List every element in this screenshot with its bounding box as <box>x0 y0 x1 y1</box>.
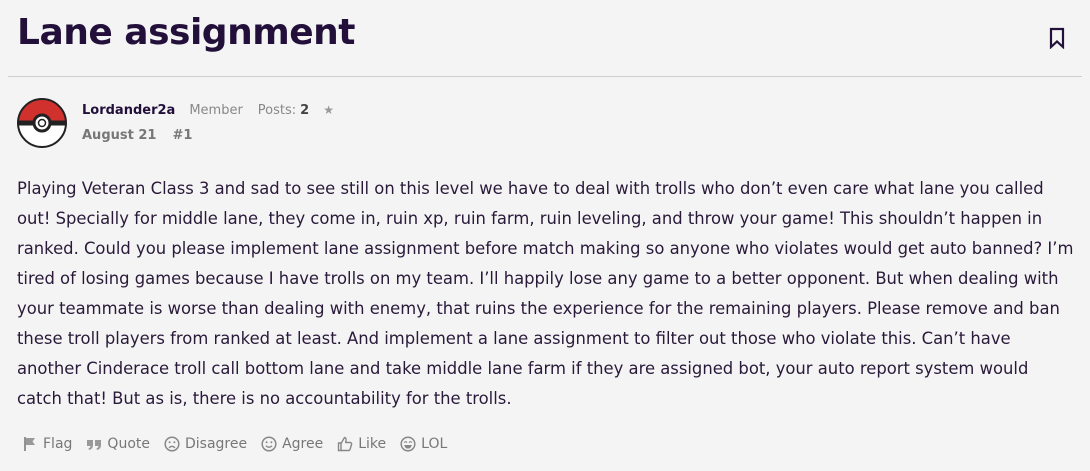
quote-label: Quote <box>107 436 150 452</box>
reaction-bar: Flag Quote Disagree Agree Like LOL <box>22 436 447 452</box>
page-title: Lane assignment <box>17 12 355 53</box>
frown-icon <box>164 436 180 452</box>
author-role: Member <box>189 103 243 118</box>
post-date-meta: August 21 #1 <box>82 128 192 143</box>
smile-icon <box>261 436 277 452</box>
bookmark-button[interactable] <box>1048 27 1066 50</box>
post-count-value: 2 <box>300 103 310 118</box>
agree-button[interactable]: Agree <box>261 436 323 452</box>
author-name[interactable]: Lordander2a <box>82 103 175 118</box>
like-label: Like <box>358 436 387 452</box>
flag-button[interactable]: Flag <box>22 436 72 452</box>
bookmark-icon <box>1049 27 1065 50</box>
flag-label: Flag <box>43 436 73 452</box>
post-date[interactable]: August 21 <box>82 128 156 143</box>
thumbs-up-icon <box>338 436 353 452</box>
disagree-label: Disagree <box>184 436 248 452</box>
post-count-label: Posts: <box>257 103 297 118</box>
lol-button[interactable]: LOL <box>400 436 447 452</box>
quote-button[interactable]: Quote <box>86 436 150 452</box>
quote-icon <box>87 440 102 450</box>
post-count: Posts: 2 <box>258 103 309 118</box>
avatar[interactable] <box>17 98 67 148</box>
star-icon: ★ <box>323 103 334 117</box>
agree-label: Agree <box>282 436 324 452</box>
post-number[interactable]: #1 <box>172 128 192 143</box>
lol-label: LOL <box>421 436 448 452</box>
pokeball-avatar-icon <box>17 98 67 148</box>
disagree-button[interactable]: Disagree <box>164 436 247 452</box>
post-body: Playing Veteran Class 3 and sad to see s… <box>17 179 1074 408</box>
header-divider <box>8 76 1082 77</box>
post-author-meta: Lordander2a Member Posts: 2 ★ <box>82 103 334 118</box>
flag-icon <box>24 437 35 451</box>
like-button[interactable]: Like <box>337 436 386 452</box>
laugh-icon <box>400 436 416 452</box>
